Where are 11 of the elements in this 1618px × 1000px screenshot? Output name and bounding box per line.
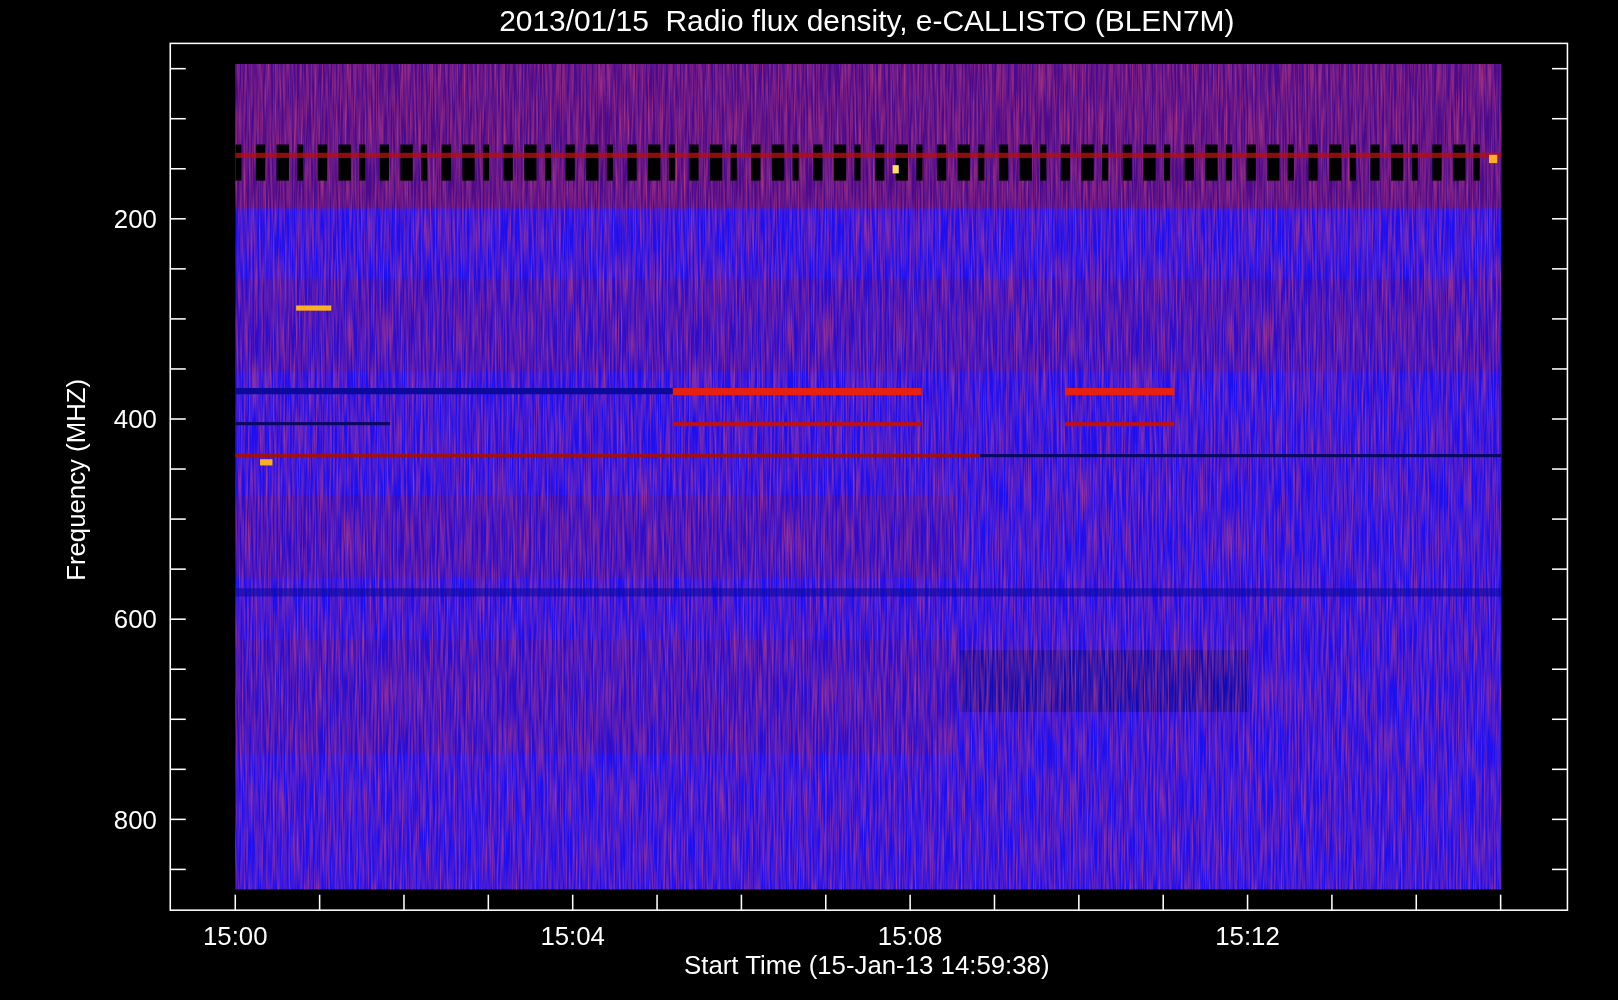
y-tick-label: 200: [113, 205, 157, 234]
x-tick-label: 15:12: [1215, 922, 1280, 951]
y-tick-label: 600: [113, 605, 157, 634]
x-tick-label: 15:00: [203, 922, 268, 951]
x-axis-label: Start Time (15-Jan-13 14:59:38): [684, 951, 1050, 980]
y-tick-label: 400: [113, 405, 157, 434]
y-axis-label: Frequency (MHZ): [61, 378, 90, 581]
chart-title: 2013/01/15 Radio flux density, e-CALLISTO (BLEN7M): [499, 4, 1235, 37]
x-tick-label: 15:08: [877, 922, 943, 951]
x-tick-label: 15:04: [540, 922, 605, 951]
y-tick-label: 800: [113, 805, 157, 834]
